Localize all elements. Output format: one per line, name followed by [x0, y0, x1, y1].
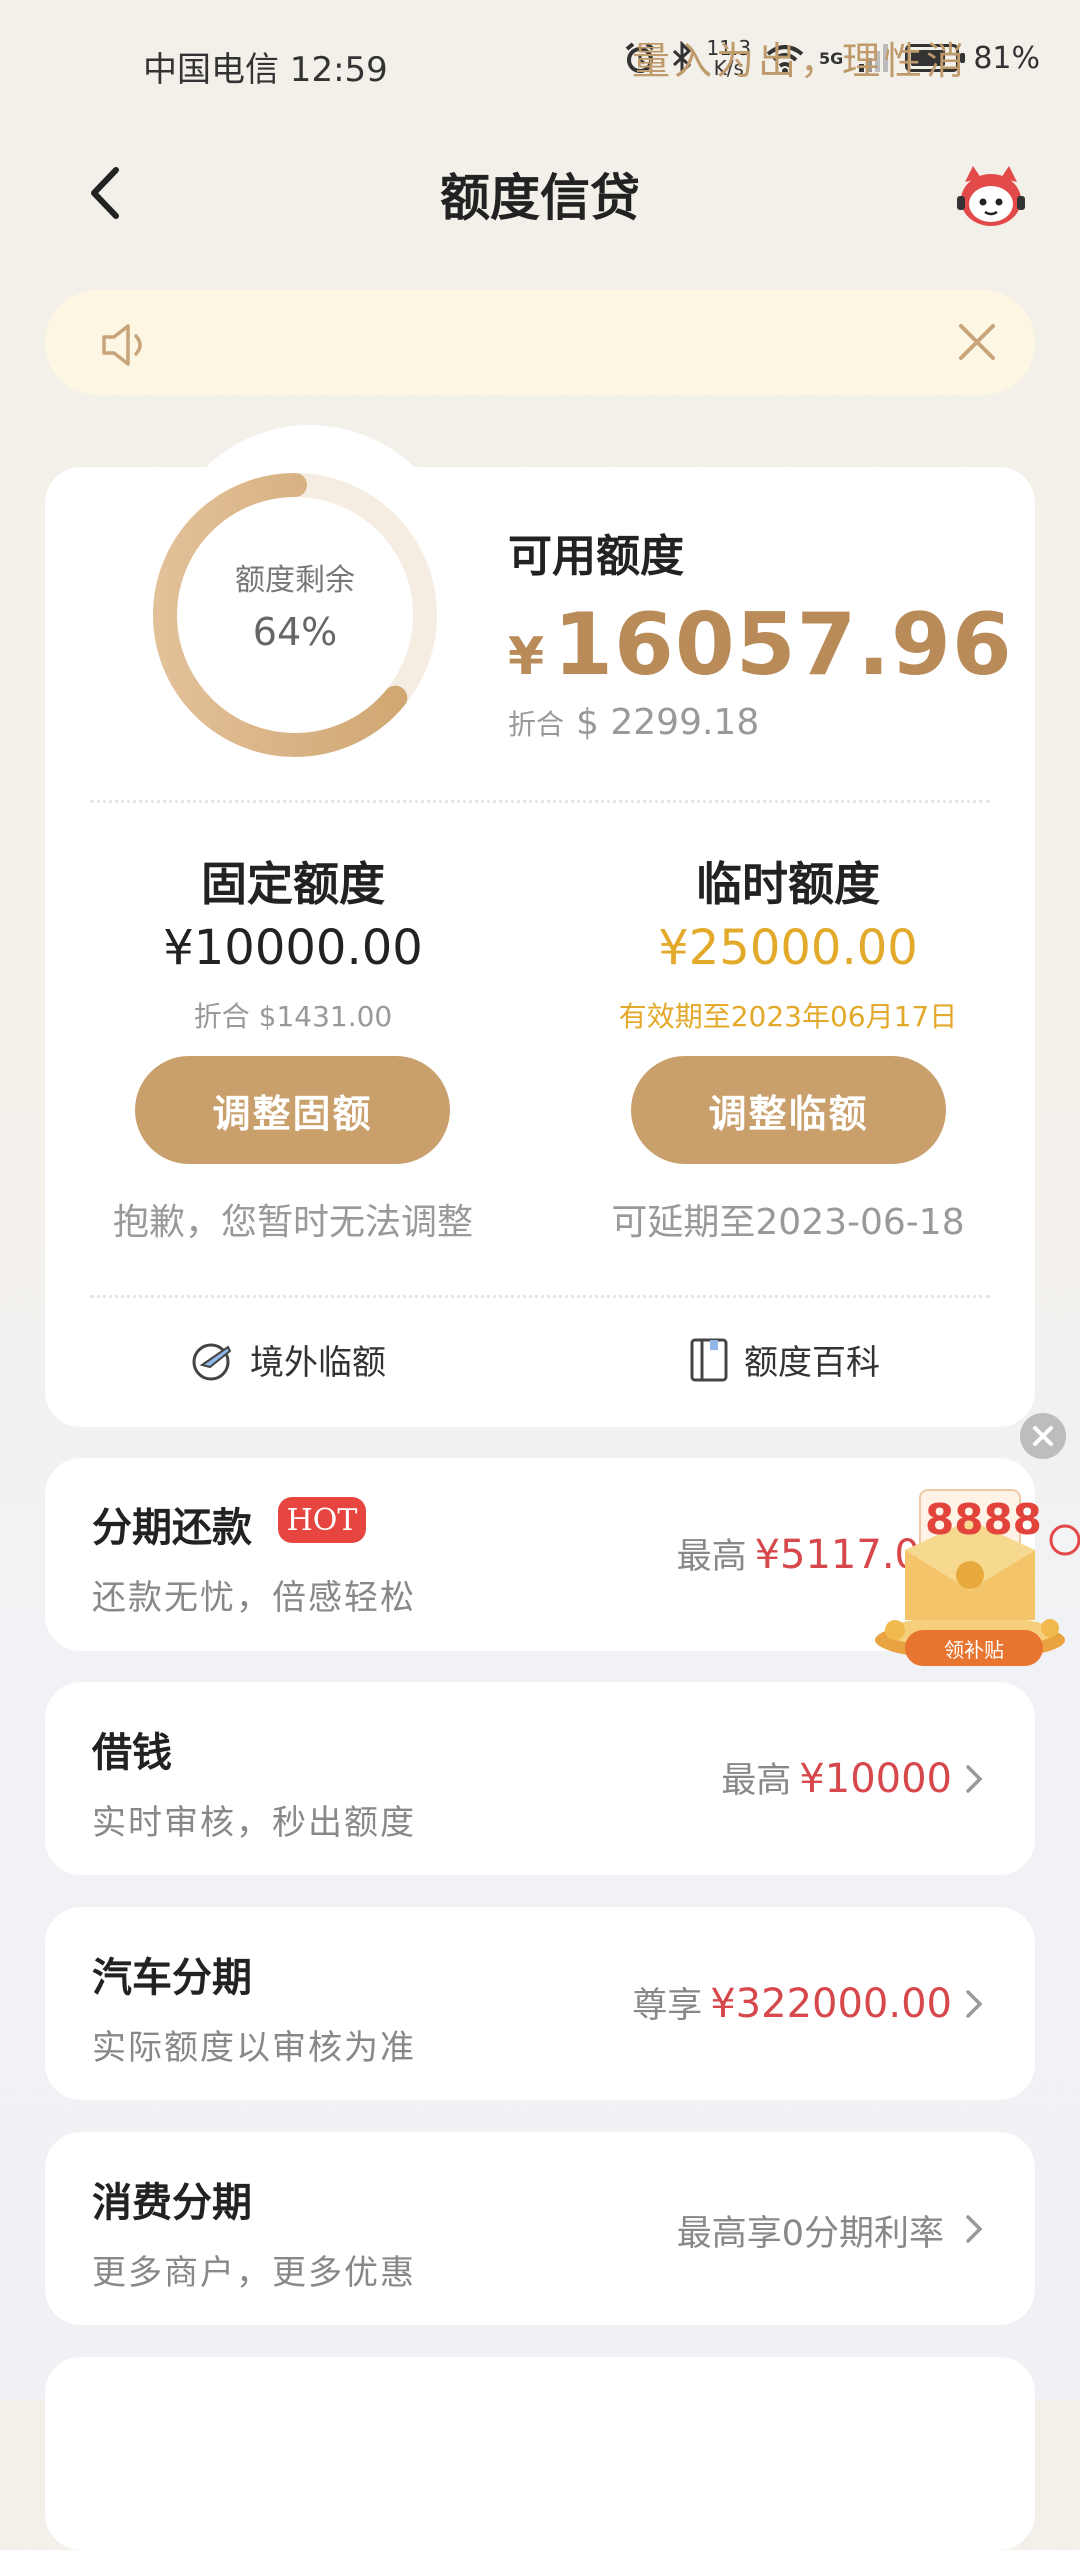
available-usd: 折合 $ 2299.18 — [508, 702, 759, 743]
chevron-right-icon — [966, 1765, 983, 1793]
mascot-assistant-icon[interactable] — [955, 160, 1027, 232]
promo-number: 8888 — [925, 1495, 1042, 1544]
usd-value: $ 2299.18 — [576, 702, 760, 743]
credit-wiki-label: 额度百科 — [744, 1343, 880, 1383]
credit-wiki-link[interactable]: 额度百科 — [688, 1335, 880, 1384]
claim-subsidy-button[interactable]: 领补贴 — [905, 1630, 1043, 1666]
close-icon[interactable] — [955, 320, 999, 364]
product-right-text: 尊享 ¥322000.00 — [632, 1977, 952, 2028]
chevron-right-icon — [966, 1990, 983, 2018]
fixed-note: 抱歉，您暂时无法调整 — [112, 1202, 473, 1243]
product-subtitle: 实际额度以审核为准 — [92, 2028, 416, 2068]
fixed-value: ¥10000.00 — [163, 920, 423, 976]
speaker-icon — [102, 324, 142, 366]
product-title: 分期还款 — [92, 1505, 252, 1551]
product-right-amount: ¥10000 — [799, 1756, 952, 1802]
overseas-temp-label: 境外临额 — [250, 1343, 386, 1383]
notice-text: 量入为出，理性消 — [631, 39, 968, 83]
divider — [90, 800, 990, 803]
adjust-fixed-button[interactable]: 调整固额 — [135, 1056, 450, 1164]
product-right-prefix: 尊享 — [632, 1986, 703, 2026]
product-subtitle: 实时审核，秒出额度 — [92, 1803, 416, 1843]
product-right-text: 最高 ¥10000 — [721, 1752, 952, 1803]
close-icon[interactable] — [1020, 1413, 1066, 1459]
product-right-amount: ¥322000.00 — [710, 1981, 952, 2027]
currency-symbol: ¥ — [508, 627, 546, 687]
ring-percent: 64% — [252, 610, 338, 654]
product-title: 借钱 — [92, 1730, 172, 1776]
available-amount-value: 16057.96 — [553, 595, 1013, 695]
overseas-temp-link[interactable]: 境外临额 — [190, 1335, 386, 1384]
fixed-title: 固定额度 — [201, 857, 385, 911]
available-amount: ¥16057.96 — [508, 595, 1013, 695]
product-subtitle: 更多商户，更多优惠 — [92, 2253, 416, 2293]
product-right-text: 最高享0分期利率 — [677, 2205, 952, 2256]
notice-bar[interactable] — [45, 290, 1035, 395]
plane-globe-icon — [192, 1343, 232, 1380]
page-title: 额度信贷 — [440, 169, 640, 227]
usd-prefix: 折合 — [508, 708, 565, 741]
product-right-prefix: 最高 — [676, 1537, 747, 1577]
chevron-right-icon — [966, 2215, 983, 2243]
divider — [90, 1295, 990, 1298]
temp-value: ¥25000.00 — [658, 920, 918, 976]
hot-badge: HOT — [278, 1497, 366, 1543]
temp-note: 可延期至2023-06-18 — [611, 1202, 965, 1243]
battery-percent: 81% — [973, 40, 1040, 76]
carrier-time: 中国电信 12:59 — [143, 50, 388, 90]
book-icon — [690, 1338, 728, 1381]
product-right-prefix: 最高 — [721, 1761, 792, 1801]
ring-label: 额度剩余 — [235, 563, 355, 598]
temp-validity: 有效期至2023年06月17日 — [618, 1000, 958, 1033]
product-right-prefix: 最高享0分期利率 — [676, 2214, 944, 2254]
adjust-temp-button[interactable]: 调整临额 — [631, 1056, 946, 1164]
product-title: 消费分期 — [92, 2180, 252, 2226]
product-title: 汽车分期 — [92, 1955, 252, 2001]
available-label: 可用额度 — [508, 531, 684, 582]
product-subtitle: 还款无忧，倍感轻松 — [92, 1578, 416, 1618]
product-card-partial[interactable] — [45, 2357, 1035, 2550]
fixed-usd: 折合 $1431.00 — [193, 1000, 393, 1033]
temp-title: 临时额度 — [696, 857, 880, 911]
